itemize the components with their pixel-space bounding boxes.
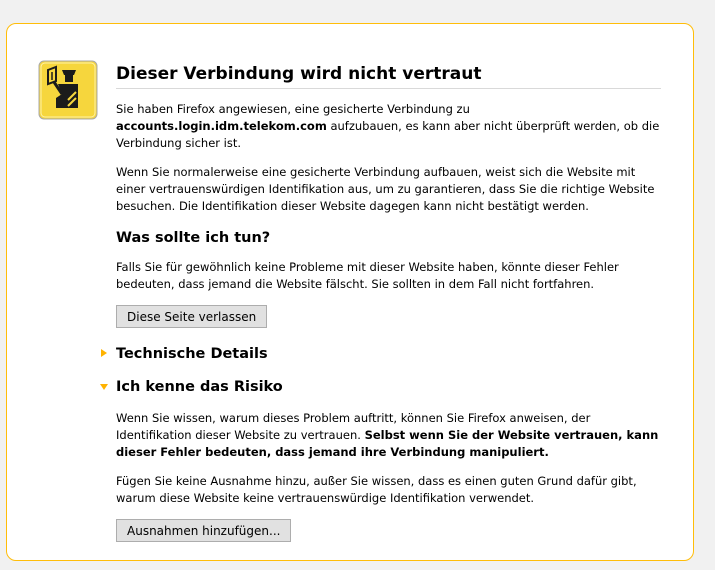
add-exception-button[interactable]: Ausnahmen hinzufügen... xyxy=(116,519,292,542)
technical-details-section: Technische Details xyxy=(101,344,661,364)
page-title: Dieser Verbindung wird nicht vertraut xyxy=(116,62,661,89)
what-to-do-heading: Was sollte ich tun? xyxy=(116,230,271,246)
expand-arrow-icon xyxy=(101,349,107,357)
host-name: accounts.login.idm.telekom.com xyxy=(116,119,327,133)
technical-details-heading: Technische Details xyxy=(116,346,268,362)
error-page-container: Dieser Verbindung wird nicht vertraut Si… xyxy=(6,23,694,561)
explanation-text: Wenn Sie normalerweise eine gesicherte V… xyxy=(116,165,655,213)
risk-heading: Ich kenne das Risiko xyxy=(116,379,283,395)
risk-section: Ich kenne das Risiko Wenn Sie wissen, wa… xyxy=(100,377,661,542)
leave-page-button[interactable]: Diese Seite verlassen xyxy=(116,305,268,328)
risk-text: Wenn Sie wissen, warum dieses Problem au… xyxy=(116,410,661,461)
error-content: Dieser Verbindung wird nicht vertraut Si… xyxy=(100,62,661,542)
collapse-arrow-icon xyxy=(100,384,108,390)
technical-details-expander[interactable]: Technische Details xyxy=(101,344,661,364)
security-warning-officer-icon xyxy=(38,60,98,120)
intro-text: Sie haben Firefox angewiesen, eine gesic… xyxy=(116,101,661,152)
risk-advice-text: Fügen Sie keine Ausnahme hinzu, außer Si… xyxy=(116,474,637,505)
what-to-do-text: Falls Sie für gewöhnlich keine Probleme … xyxy=(116,260,619,291)
intro-text-before: Sie haben Firefox angewiesen, eine gesic… xyxy=(116,102,470,116)
risk-expander[interactable]: Ich kenne das Risiko xyxy=(100,377,661,397)
